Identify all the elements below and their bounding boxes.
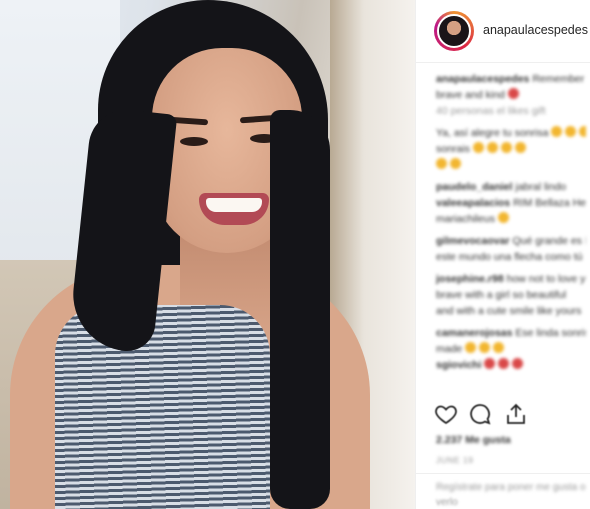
avatar-story-ring[interactable] <box>434 11 474 51</box>
post-actions <box>434 402 584 428</box>
post-timestamp: JUNE 19 <box>436 455 474 465</box>
post-photo[interactable] <box>0 0 415 509</box>
comment-caption: anapaulacespedes Remember to always have… <box>436 73 586 85</box>
photo-hair-strand-right <box>270 110 330 509</box>
post-side-panel: anapaulacespedes anapaulacespedes Rememb… <box>415 0 590 509</box>
comment-emoji-line <box>436 158 586 172</box>
comment-item: valeeapalacios RIM Bellaza Hermosa <box>436 197 586 209</box>
heart-emoji-icon <box>507 88 519 99</box>
share-icon[interactable] <box>504 402 528 426</box>
avatar[interactable] <box>437 14 471 48</box>
comment-item: mariachileus <box>436 212 586 226</box>
signup-prompt-cont[interactable]: verlo <box>436 497 458 508</box>
comment-icon[interactable] <box>468 402 492 426</box>
comment-item: camanerojosas Ese linda sonrisa <box>436 327 586 339</box>
photo-eye-left <box>180 137 208 146</box>
comment-item-cont: brave with a girl so beautiful <box>436 289 567 301</box>
comment-item-cont: and with a cute smile like yours <box>436 305 582 317</box>
comment-item-cont: made <box>436 342 586 356</box>
comment-item-cont: este mundo una flecha como tú <box>436 251 583 263</box>
smile-emoji-icon <box>436 158 447 169</box>
heart-icon[interactable] <box>434 402 458 426</box>
comment-item: paudelo_daniel jabral lindo <box>436 181 567 193</box>
comment-item-cont: sonrais <box>436 142 586 156</box>
photo-teeth <box>206 198 262 212</box>
comments-list: anapaulacespedes Remember to always have… <box>436 72 586 374</box>
comment-item: josephine.r98 how not to love you are <box>436 273 586 285</box>
comment-caption-cont: brave and kind <box>436 88 586 102</box>
post-header: anapaulacespedes <box>416 0 590 63</box>
post-username[interactable]: anapaulacespedes <box>483 23 588 37</box>
comment-item: sgiovichi <box>436 358 586 372</box>
smile-emoji-icon <box>472 142 484 153</box>
comment-item: gilmevocaovar Qué grande es Dios que <box>436 235 586 247</box>
heart-emoji-icon <box>484 358 496 369</box>
signup-prompt[interactable]: Regístrate para poner me gusta o <box>436 482 586 493</box>
divider <box>416 473 590 474</box>
comment-item: Ya, así alegre tu sonrisa <box>436 126 586 140</box>
likes-count[interactable]: 2.237 Me gusta <box>436 434 511 446</box>
comment-meta: 40 personas el likes gift <box>436 105 546 117</box>
photo-striped-top <box>55 305 270 509</box>
